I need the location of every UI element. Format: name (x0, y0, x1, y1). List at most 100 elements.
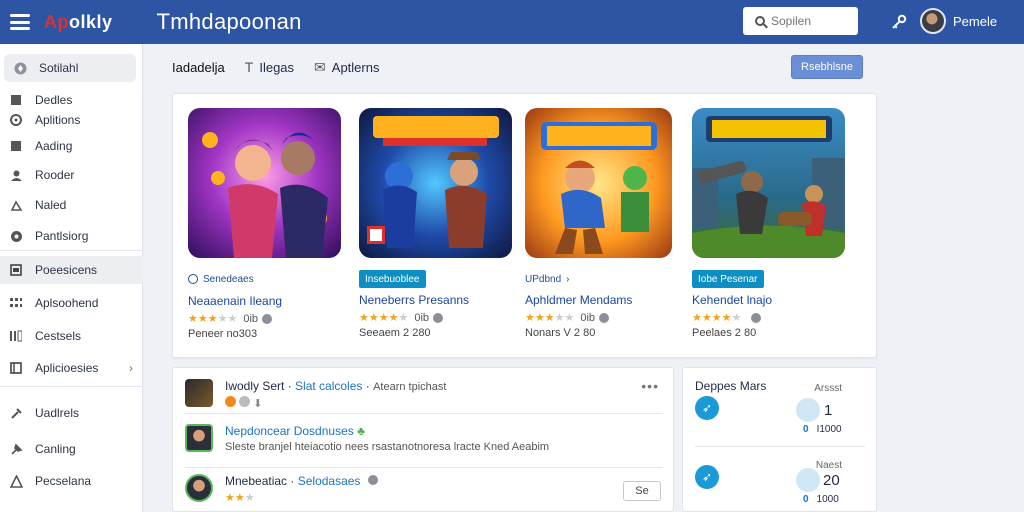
sidebar-item-4[interactable]: Rooder (0, 161, 143, 189)
bird-icon[interactable]: ➶ (695, 465, 719, 489)
app-logo[interactable]: Apolkly (44, 12, 113, 33)
stat-value: 1 (824, 402, 833, 419)
game-title[interactable]: Neaaenain Ileang (188, 294, 343, 308)
user-name[interactable]: Pemele (953, 14, 997, 29)
search-icon (755, 16, 765, 26)
game-title[interactable]: Kehendet lnajo (692, 293, 847, 307)
game-info: Peneer no303 (188, 328, 258, 340)
info-dot-icon (599, 312, 610, 323)
sidebar-item-0[interactable]: Sotilahl (4, 54, 136, 82)
tools-icon (9, 406, 23, 420)
featured-games-panel: Senedeaes Neaaenain Ileang ★★★★★ 0ib Pene… (172, 93, 877, 358)
game-info: Nonars V 2 80 (525, 327, 596, 339)
info-dot-icon (751, 312, 762, 323)
sidebar-item-8[interactable]: Aplsoohend (0, 289, 143, 317)
game-rating: ★★★★★ 0ib (525, 311, 680, 324)
avatar[interactable] (185, 474, 213, 502)
game-badge: Senedeaes (188, 270, 260, 288)
refresh-button[interactable]: Rsebhlsne (791, 55, 863, 79)
sidebar-item-6[interactable]: Pantlsiorg (0, 222, 143, 250)
game-card[interactable]: Iobe Pesenar Kehendet lnajo ★★★★★ Peelae… (692, 108, 847, 339)
game-thumbnail[interactable] (692, 108, 845, 258)
chevron-right-icon[interactable]: › (129, 361, 133, 375)
stats-label: Naest (815, 460, 842, 471)
key-icon[interactable] (890, 13, 908, 31)
sidebar: Sotilahl Dedles Aplitions Aading Rooder … (0, 44, 143, 512)
game-rating: ★★★★★ (692, 311, 847, 324)
activity-user[interactable]: Iwodly Sert (225, 379, 284, 393)
activity-user[interactable]: Mnebeatiac (225, 474, 287, 488)
game-title[interactable]: Aphldmer Mendams (525, 293, 680, 307)
chevron-right-icon: › (566, 273, 570, 285)
store-icon (9, 198, 23, 212)
star-rating: ★★★★★ (692, 312, 742, 324)
star-rating: ★★★★★ (525, 312, 575, 324)
game-card[interactable]: Insebuoblee Neneberrs Presanns ★★★★★ 0ib … (359, 108, 514, 339)
warning-icon (9, 474, 23, 488)
game-thumbnail[interactable] (359, 108, 512, 258)
stats-panel: Deppes Mars Arssst ➶ 1 0 I1000 Naest ➶ 20… (682, 367, 877, 512)
game-badge: UPdbnd › (525, 273, 570, 285)
stat-sub: 0 1000 (803, 494, 839, 505)
book-icon (9, 361, 23, 375)
game-thumbnail[interactable] (188, 108, 341, 258)
game-badge: Insebuoblee (359, 270, 426, 288)
sidebar-item-7[interactable]: Poeesicens (0, 256, 143, 284)
activity-panel: ••• Iwodly Sert · Slat calcoles · Atearn… (172, 367, 674, 512)
reaction-icons: ⬇ (225, 396, 262, 410)
mail-icon: ✉ (314, 58, 326, 75)
game-badge: Iobe Pesenar (692, 270, 764, 288)
tab-1[interactable]: T Ilegas (245, 59, 294, 75)
list-icon (9, 329, 23, 343)
text-icon: T (244, 59, 254, 75)
sidebar-item-5[interactable]: Naled (0, 191, 143, 219)
see-more-button[interactable]: Se (623, 481, 661, 501)
app-title: Tmhdapoonan (156, 9, 302, 34)
game-title[interactable]: Neneberrs Presanns (359, 293, 514, 307)
news-icon (9, 263, 23, 277)
sidebar-item-9[interactable]: Cestsels (0, 322, 143, 350)
sidebar-item-3[interactable]: Aading (0, 132, 143, 160)
home-icon (13, 61, 27, 75)
sidebar-item-12[interactable]: Canling (0, 435, 143, 463)
search-box[interactable] (743, 7, 858, 35)
stat-bubble (796, 468, 820, 492)
tab-0[interactable]: Iadadelja (172, 60, 225, 75)
settings-icon (9, 229, 23, 243)
leaf-icon: ♣ (357, 424, 365, 438)
info-dot-icon (433, 312, 444, 323)
sidebar-item-10[interactable]: Aplicioesies › (0, 354, 143, 382)
apps-icon (9, 113, 23, 127)
stats-title: Deppes Mars (695, 379, 767, 393)
stat-sub: 0 I1000 (803, 424, 842, 435)
game-card[interactable]: UPdbnd › Aphldmer Mendams ★★★★★ 0ib Nonars… (525, 108, 680, 339)
bird-icon[interactable]: ➶ (695, 396, 719, 420)
sidebar-item-11[interactable]: Uadlrels (0, 399, 143, 427)
game-info: Seeaem 2 280 (359, 327, 431, 339)
menu-icon[interactable] (10, 14, 30, 30)
activity-user[interactable]: Nepdoncear Dosdnuses (225, 424, 354, 438)
activity-link[interactable]: Slat calcoles (295, 379, 362, 393)
more-options-icon[interactable]: ••• (641, 378, 659, 394)
sidebar-item-13[interactable]: Pecselana (0, 467, 143, 495)
stat-value: 20 (823, 472, 840, 489)
tab-bar: Iadadelja T Ilegas ✉ Aptlerns (172, 56, 399, 78)
sidebar-item-2[interactable]: Aplitions (0, 106, 143, 134)
tab-2[interactable]: ✉ Aptlerns (314, 59, 379, 76)
avatar[interactable] (185, 379, 213, 407)
game-card[interactable]: Senedeaes Neaaenain Ileang ★★★★★ 0ib Pene… (188, 108, 343, 340)
info-dot-icon (262, 313, 273, 324)
game-rating: ★★★★★ 0ib (188, 312, 343, 325)
activity-link[interactable]: Selodasaes (298, 474, 361, 488)
user-icon (9, 168, 23, 182)
search-input[interactable] (771, 14, 851, 28)
avatar[interactable] (185, 424, 213, 452)
top-bar: Apolkly Tmhdapoonan Pemele (0, 0, 1024, 44)
activity-text: Sleste branjel hteiacotio nees rsastanot… (225, 441, 550, 453)
avatar[interactable] (920, 8, 946, 34)
game-thumbnail[interactable] (525, 108, 672, 258)
game-info: Peelaes 2 80 (692, 327, 757, 339)
star-rating: ★★★★★ (359, 312, 409, 324)
library-icon (9, 93, 23, 107)
stat-bubble (796, 398, 820, 422)
